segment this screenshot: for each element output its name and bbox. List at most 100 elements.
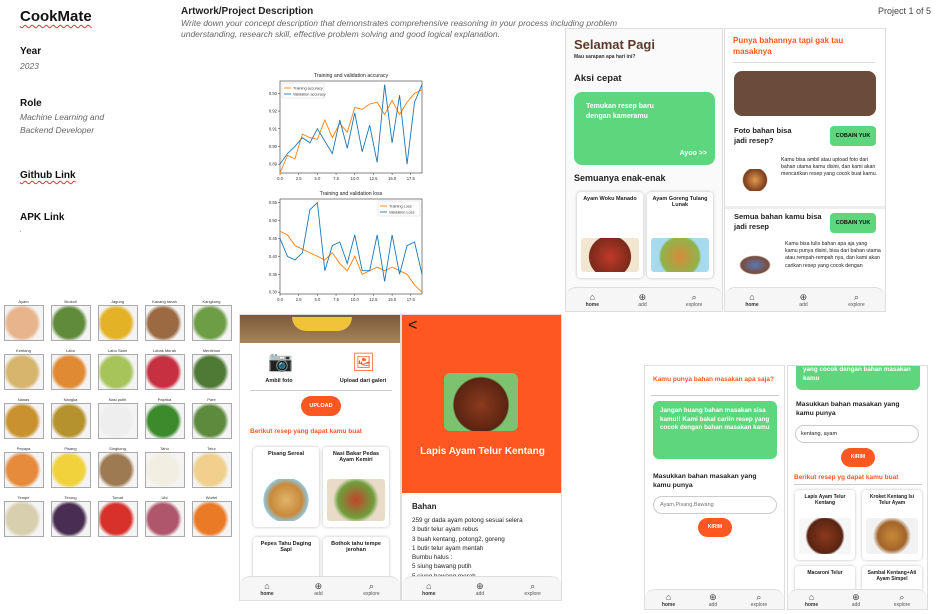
github-label[interactable]: Github Link <box>20 170 76 181</box>
text-try-button[interactable]: COBAIN YUK <box>830 213 876 233</box>
ingredient-item: 3 buah kentang, potong2, goreng <box>412 535 505 543</box>
submit-button[interactable]: KIRIM <box>698 518 732 537</box>
nav-add[interactable]: ⊕ add <box>709 592 717 608</box>
nav-add[interactable]: ⊕ add <box>852 592 860 608</box>
recipe-image <box>444 373 518 431</box>
photo-try-button[interactable]: COBAIN YUK <box>830 126 876 146</box>
ingredient-tile: Nanas <box>0 396 47 439</box>
banner-image <box>734 71 876 116</box>
greeting-subtitle: Mau sarapan apa hari ini? <box>574 54 636 60</box>
ingredient-tile-label: Lobak Merah <box>152 348 177 353</box>
legend-label: Training accuracy <box>293 87 323 91</box>
take-photo-label[interactable]: Ambil foto <box>254 378 304 384</box>
x-tick-label: 7.5 <box>333 176 339 181</box>
x-tick-label: 0.0 <box>277 297 283 302</box>
ingredient-tile-label: Ayam <box>18 299 29 304</box>
ingredient-tile: Tahu <box>141 445 188 488</box>
ingredient-input[interactable] <box>653 496 777 514</box>
ingredient-tile-label: Ubi <box>161 495 168 500</box>
nav-home[interactable]: ⌂ home <box>662 592 675 608</box>
nav-explore[interactable]: ⌕ explore <box>524 581 540 597</box>
camera-icon[interactable]: 📷 <box>268 352 293 372</box>
bottom-nav: ⌂ home ⊕ add ⌕ explore <box>566 287 722 311</box>
text-result-screen: yang cocok dengan bahan masakan kamu Mas… <box>787 365 928 610</box>
nav-explore[interactable]: ⌕ explore <box>751 592 767 608</box>
nav-home[interactable]: ⌂ home <box>805 592 818 608</box>
ingredient-photo <box>191 501 232 537</box>
recipe-card[interactable]: Ayam Goreng Tulang Lunak <box>647 192 713 278</box>
nav-home[interactable]: ⌂ home <box>260 581 273 597</box>
home-icon: ⌂ <box>665 591 672 602</box>
y-tick-label: 0.92 <box>269 109 278 114</box>
ingredient-input-label: Masukkan bahan masakan yang kamu punya <box>796 401 900 417</box>
recipe-card[interactable]: Nasi Bakar Pedas Ayam Kemiri <box>323 447 389 527</box>
back-icon[interactable]: < <box>408 317 417 335</box>
ingredient-tile-label: Paprika <box>157 397 172 402</box>
camera-action-card[interactable]: Temukan resep baru dengan kameramu Ayoo … <box>574 92 715 165</box>
role-value-line1: Machine Learning and <box>20 112 105 122</box>
recipe-card[interactable]: Pisang Sereal <box>253 447 319 527</box>
bottom-nav: ⌂ home ⊕ add ⌕ explore <box>788 589 927 609</box>
ingredient-item: Bumbu halus : <box>412 554 453 562</box>
ingredient-photo <box>191 354 232 390</box>
x-tick-label: 5.0 <box>314 176 320 181</box>
year-value: 2023 <box>20 61 39 71</box>
ingredient-tile: Labu <box>47 347 94 390</box>
recipe-card[interactable]: Kroket Kentang Isi Telur Ayam <box>862 490 922 560</box>
apk-label[interactable]: APK Link <box>20 212 64 223</box>
ingredient-tile: Pare <box>188 396 235 439</box>
submit-button[interactable]: KIRIM <box>841 448 875 467</box>
photo-upload-screen: 📷 🖼 Ambil foto Upload dari galeri UPLOAD… <box>239 314 401 601</box>
nav-add[interactable]: ⊕ add <box>476 581 484 597</box>
nav-home[interactable]: ⌂ home <box>586 292 599 308</box>
ingredient-tile-label: Labu <box>66 348 75 353</box>
divider <box>651 395 779 396</box>
recipe-card-title: Ayam Goreng Tulang Lunak <box>652 196 708 208</box>
recipe-card-title: Lapis Ayam Telur Kentang <box>804 494 846 506</box>
nav-add[interactable]: ⊕ add <box>638 292 646 308</box>
camera-action-link[interactable]: Ayoo >> <box>680 150 707 157</box>
y-tick-label: 0.89 <box>269 162 278 167</box>
accuracy-chart: Training and validation accuracy 0.0 2.5 5.… <box>258 70 428 185</box>
ingredient-tile: Pepaya <box>0 445 47 488</box>
ingredient-item: 5 siung bawang putih <box>412 563 472 571</box>
ingredient-input[interactable] <box>795 425 919 443</box>
ingredient-tile: Nangka <box>47 396 94 439</box>
recipe-card[interactable]: Lapis Ayam Telur Kentang <box>795 490 855 560</box>
ingredient-image-grid: Ayam Brokoli Jagung Kacang tanah Kangkung Ken… <box>0 298 236 543</box>
loss-chart: Training and validation loss 0.0 2.5 5.0 7.5… <box>258 188 428 306</box>
recipe-card-title: Macaroni Telur <box>807 570 843 576</box>
ingredient-photo <box>144 501 185 537</box>
text-option-description: Kamu bisa tulis bahan apa aja yang kamu … <box>785 241 881 269</box>
ingredient-tile: Singkong <box>94 445 141 488</box>
nav-explore[interactable]: ⌕ explore <box>686 292 702 308</box>
ingredient-photo <box>191 305 232 341</box>
upload-button[interactable]: UPLOAD <box>301 396 341 416</box>
nav-explore[interactable]: ⌕ explore <box>894 592 910 608</box>
y-tick-label: 0.50 <box>269 218 278 223</box>
gallery-icon[interactable]: 🖼 <box>352 352 375 372</box>
nav-add[interactable]: ⊕ add <box>314 581 322 597</box>
nav-add[interactable]: ⊕ add <box>799 292 807 308</box>
x-tick-label: 5.0 <box>314 297 320 302</box>
nav-home[interactable]: ⌂ home <box>422 581 435 597</box>
divider <box>733 62 875 63</box>
recipe-card-image <box>257 479 315 521</box>
ingredient-item: 3 butir telur ayam rebus <box>412 526 479 534</box>
x-tick-label: 10.0 <box>351 297 360 302</box>
result-heading: Berikut resep yg dapat kamu buat <box>794 474 899 481</box>
ingredient-tile-label: Wortel <box>205 495 218 500</box>
ingredients-list: 259 gr dada ayam potong sesuai selera 3 … <box>412 516 560 581</box>
nav-explore[interactable]: ⌕ explore <box>848 292 864 308</box>
description-title: Artwork/Project Description <box>181 6 314 17</box>
ingredient-tile-label: Telur <box>207 446 216 451</box>
nav-explore[interactable]: ⌕ explore <box>363 581 379 597</box>
nav-home[interactable]: ⌂ home <box>745 292 758 308</box>
add-icon: ⊕ <box>638 291 647 302</box>
upload-gallery-label[interactable]: Upload dari galeri <box>330 378 396 384</box>
info-bubble: Jangan buang bahan masakan sisa kamu!! K… <box>653 401 777 459</box>
app-title: CookMate <box>20 8 92 25</box>
recipe-card-title: Nasi Bakar Pedas Ayam Kemiri <box>332 451 380 463</box>
recipe-card[interactable]: Ayam Woku Manado <box>577 192 643 278</box>
recipe-card-image <box>651 237 709 272</box>
